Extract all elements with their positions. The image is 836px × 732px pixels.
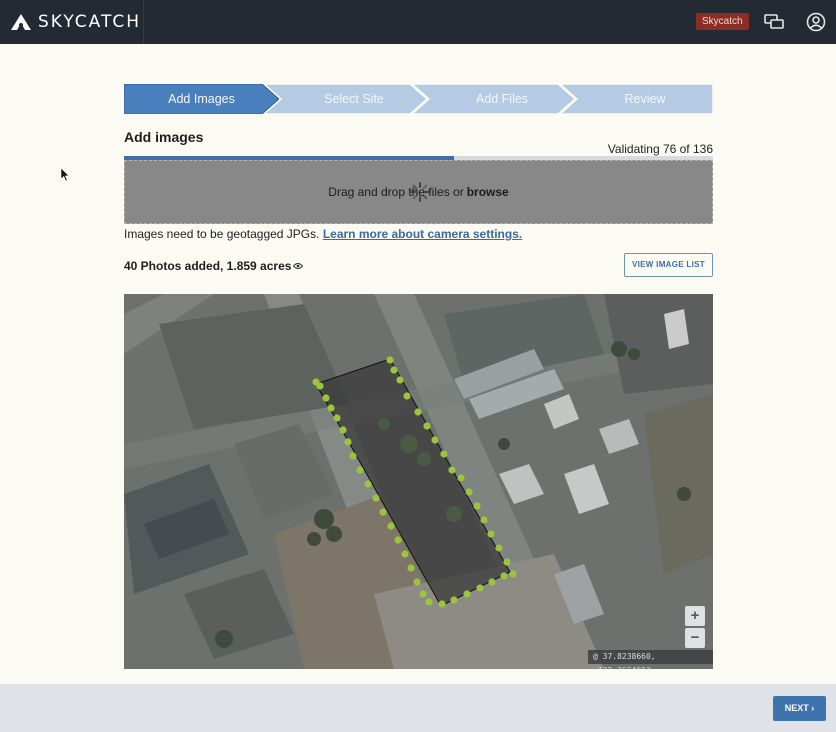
eye-icon[interactable] [293,262,304,270]
photo-marker [509,570,517,578]
photo-marker [457,474,465,482]
photo-marker [440,450,448,458]
validation-status: Validating 76 of 136 [607,142,713,156]
photo-marker [425,598,433,606]
skycatch-logo-icon [11,14,31,30]
chevron-right-icon: › [811,703,815,713]
zoom-in-button[interactable]: + [685,606,705,626]
photo-marker [356,466,364,474]
browse-link[interactable]: browse [467,185,509,199]
footer-bar [0,684,836,732]
photo-marker [364,480,372,488]
loading-spinner-icon [410,182,430,202]
top-bar: SKYCATCH Skycatch [0,0,836,44]
photo-marker [403,392,411,400]
photo-marker [487,530,495,538]
photo-marker [480,516,488,524]
chat-icon[interactable] [763,11,785,33]
camera-settings-link[interactable]: Learn more about camera settings. [323,227,522,241]
org-badge[interactable]: Skycatch [696,13,749,30]
photo-marker [349,452,357,460]
photo-marker [396,376,404,384]
map-coordinates: @ 37.8238660, -122.3664013 [588,650,713,669]
zoom-out-button[interactable]: − [685,628,705,648]
step-add-files[interactable]: Add Files [412,84,575,114]
photo-marker [500,572,508,580]
photo-summary: 40 Photos added, 1.859 acres [124,259,304,273]
step-label: Add Files [475,92,529,106]
wizard-stepper: Add Images Select Site Add Files Review [124,84,713,114]
geotag-help: Images need to be geotagged JPGs. Learn … [124,227,522,241]
photo-marker [344,438,352,446]
brand[interactable]: SKYCATCH [0,0,144,44]
photo-marker [463,590,471,598]
photo-marker [316,382,324,390]
photo-marker [413,578,421,586]
help-text: Images need to be geotagged JPGs. [124,227,320,241]
photo-marker [322,394,330,402]
summary-text: 40 Photos added, 1.859 acres [124,259,292,273]
mouse-cursor-icon [60,167,70,182]
photo-marker [431,436,439,444]
satellite-imagery [124,294,713,669]
photo-marker [387,522,395,530]
next-label: NEXT [784,703,809,713]
photo-marker [394,536,402,544]
photo-marker [386,356,394,364]
section-title: Add images [124,129,204,145]
step-add-images[interactable]: Add Images [124,84,279,114]
step-select-site[interactable]: Select Site [264,84,427,114]
photo-marker [333,414,341,422]
photo-marker [503,558,511,566]
user-account-icon[interactable] [805,11,827,33]
satellite-map[interactable]: + − @ 37.8238660, -122.3664013 [124,294,713,669]
step-label: Add Images [168,92,235,106]
photo-marker [473,502,481,510]
photo-marker [465,488,473,496]
photo-marker [476,584,484,592]
photo-marker [390,366,398,374]
photo-marker [414,408,422,416]
dropzone-text: Drag and drop the files or [328,185,464,199]
photo-marker [407,564,415,572]
photo-marker [495,544,503,552]
photo-marker [327,404,335,412]
photo-marker [450,596,458,604]
photo-marker [372,494,380,502]
photo-marker [379,508,387,516]
next-button[interactable]: NEXT › [773,696,826,721]
photo-marker [438,600,446,608]
photo-marker [488,578,496,586]
photo-marker [419,590,427,598]
step-review[interactable]: Review [560,84,713,114]
step-label: Review [624,92,666,106]
photo-marker [401,550,409,558]
brand-name: SKYCATCH [38,12,142,32]
step-label: Select Site [324,92,384,106]
view-image-list-button[interactable]: VIEW IMAGE LIST [624,253,713,277]
photo-marker [448,466,456,474]
photo-marker [423,422,431,430]
photo-marker [339,426,347,434]
